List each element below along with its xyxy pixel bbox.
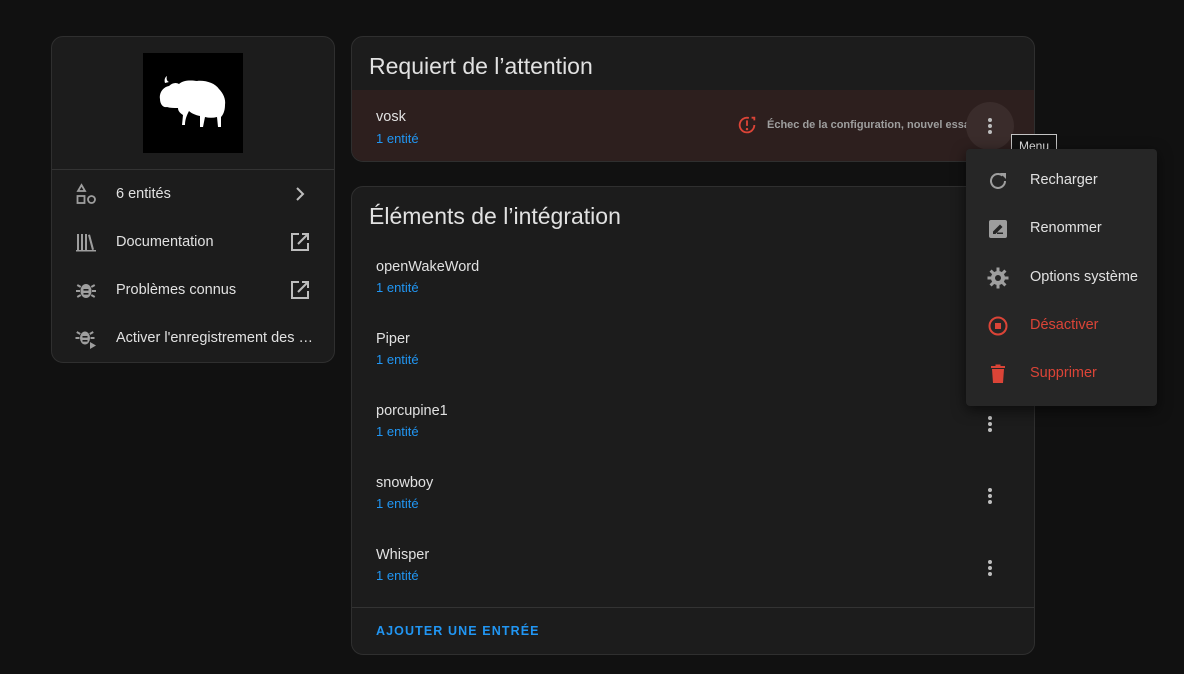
known-issues-link[interactable]: Problèmes connus	[52, 266, 334, 314]
menu-item-label: Renommer	[1030, 220, 1102, 236]
entry-entity-count-link[interactable]: 1 entité	[376, 496, 419, 511]
divider	[352, 607, 1034, 608]
attention-card: Requiert de l’attention vosk 1 entité Éc…	[351, 36, 1035, 162]
menu-item-disable[interactable]: Désactiver	[966, 302, 1157, 350]
bug-icon	[74, 278, 98, 302]
entry-name: Piper	[376, 331, 410, 347]
dots-vertical-icon	[978, 114, 1002, 138]
add-entry-button[interactable]: AJOUTER UNE ENTRÉE	[376, 624, 540, 638]
known-issues-label: Problèmes connus	[116, 282, 237, 298]
menu-item-reload[interactable]: Recharger	[966, 157, 1157, 205]
stop-circle-icon	[986, 314, 1010, 338]
attention-entry-vosk[interactable]: vosk 1 entité Échec de la configuration,…	[352, 90, 1034, 161]
attention-title: Requiert de l’attention	[369, 53, 593, 79]
cog-icon	[986, 266, 1010, 290]
documentation-label: Documentation	[116, 234, 214, 250]
dots-vertical-icon[interactable]	[978, 412, 1002, 436]
reload-icon	[986, 169, 1010, 193]
menu-item-label: Recharger	[1030, 172, 1098, 188]
enable-debug-logging-button[interactable]: Activer l'enregistrement des jo...	[52, 314, 334, 362]
entry-entity-count-link[interactable]: 1 entité	[376, 352, 419, 367]
integration-entries-card: Éléments de l’intégration openWakeWord 1…	[351, 186, 1035, 655]
entry-name: openWakeWord	[376, 259, 480, 275]
entry-name: porcupine1	[376, 403, 448, 419]
list-item[interactable]: porcupine1 1 entité	[352, 391, 1034, 463]
chevron-right-icon	[288, 182, 312, 206]
alert-circle-icon	[736, 114, 758, 136]
delete-icon	[986, 362, 1010, 386]
menu-item-rename[interactable]: Renommer	[966, 205, 1157, 253]
entry-entity-count-link[interactable]: 1 entité	[376, 424, 419, 439]
menu-item-label: Désactiver	[1030, 317, 1099, 333]
entry-name: snowboy	[376, 475, 434, 491]
rename-icon	[986, 217, 1010, 241]
bison-logo	[143, 53, 243, 153]
menu-item-delete[interactable]: Supprimer	[966, 350, 1157, 398]
list-item[interactable]: openWakeWord 1 entité	[352, 247, 1034, 319]
overflow-menu-button[interactable]	[966, 102, 1014, 150]
list-item[interactable]: Piper 1 entité	[352, 319, 1034, 391]
integration-title: Éléments de l’intégration	[369, 203, 621, 229]
integration-info-card: 6 entités Documentation Problèmes connus…	[51, 36, 335, 363]
menu-item-label: Supprimer	[1030, 365, 1097, 381]
entities-link[interactable]: 6 entités	[52, 170, 334, 218]
open-in-new-icon	[288, 230, 312, 254]
entry-entity-count-link[interactable]: 1 entité	[376, 568, 419, 583]
documentation-link[interactable]: Documentation	[52, 218, 334, 266]
overflow-menu: Recharger Renommer Options système Désac…	[966, 149, 1157, 406]
entities-label: 6 entités	[116, 186, 171, 202]
menu-item-label: Options système	[1030, 269, 1138, 285]
dots-vertical-icon[interactable]	[978, 484, 1002, 508]
bug-play-icon	[74, 326, 98, 350]
enable-debug-logging-label: Activer l'enregistrement des jo...	[116, 330, 316, 346]
status-text: Échec de la configuration, nouvel essai	[767, 119, 974, 131]
entry-name: Whisper	[376, 547, 430, 563]
menu-item-system-options[interactable]: Options système	[966, 254, 1157, 302]
entry-entity-count-link[interactable]: 1 entité	[376, 280, 419, 295]
list-item[interactable]: Whisper 1 entité	[352, 535, 1034, 607]
dots-vertical-icon[interactable]	[978, 556, 1002, 580]
bookshelf-icon	[74, 230, 98, 254]
list-item[interactable]: snowboy 1 entité	[352, 463, 1034, 535]
entry-name: vosk	[376, 109, 406, 125]
entry-entity-count-link[interactable]: 1 entité	[376, 131, 419, 146]
shapes-icon	[74, 182, 98, 206]
open-in-new-icon	[288, 278, 312, 302]
